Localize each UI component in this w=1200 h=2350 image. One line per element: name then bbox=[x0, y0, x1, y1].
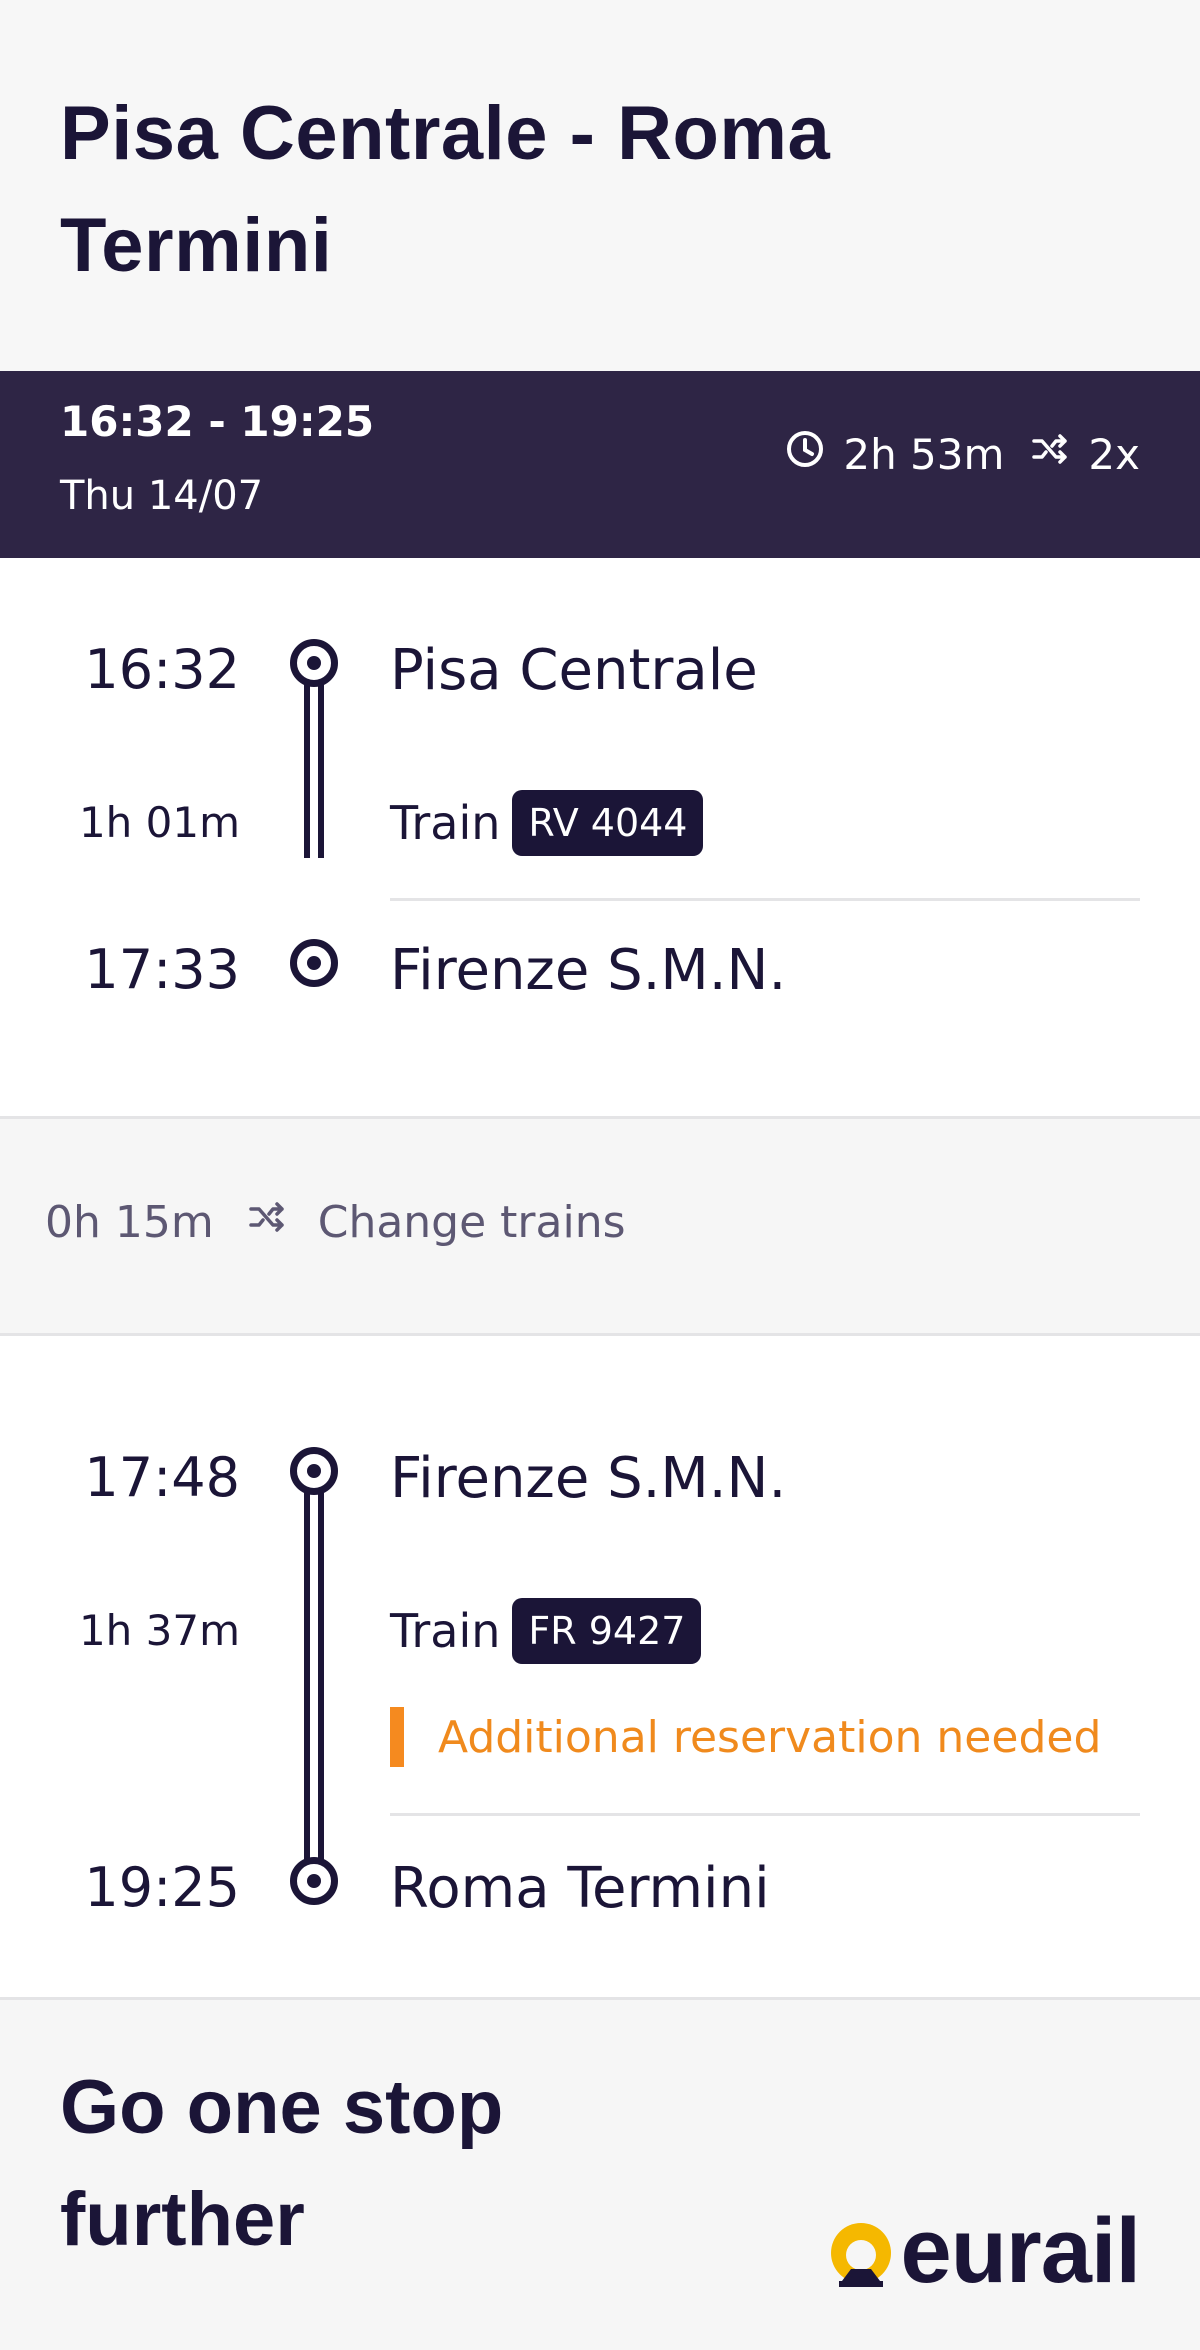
reservation-notice: Additional reservation needed bbox=[390, 1707, 1101, 1767]
transfer-duration: 0h 15m bbox=[45, 1197, 214, 1248]
eurail-logo[interactable]: eurail bbox=[821, 2200, 1141, 2302]
eurail-wordmark: eurail bbox=[900, 2200, 1141, 2302]
shuffle-icon bbox=[244, 1197, 290, 1248]
journey-date: Thu 14/07 bbox=[60, 473, 264, 519]
clock-icon bbox=[785, 429, 825, 479]
transfer-row: 0h 15m Change trains bbox=[0, 1119, 1200, 1336]
journey-leg: 16:32 Pisa Centrale 1h 01m Train RV 4044… bbox=[0, 558, 1200, 1119]
train-number-badge[interactable]: RV 4044 bbox=[512, 790, 704, 856]
journey-times: 16:32 - 19:25 bbox=[60, 397, 375, 446]
transport-mode: Train bbox=[390, 796, 501, 850]
promo-headline: Go one stop further bbox=[60, 2065, 504, 2262]
station-node-icon bbox=[290, 1857, 338, 1905]
station-node-icon bbox=[290, 639, 338, 687]
train-info: Train FR 9427 bbox=[390, 1598, 702, 1664]
leg-divider bbox=[390, 1813, 1140, 1816]
journey-leg: 17:48 Firenze S.M.N. 1h 37m Train FR 942… bbox=[0, 1336, 1200, 2000]
transfer-label: Change trains bbox=[317, 1197, 626, 1248]
journey-summary-bar: 16:32 - 19:25 Thu 14/07 2h 53m 2x bbox=[0, 371, 1200, 558]
arrival-time: 17:33 bbox=[84, 938, 240, 1001]
transport-mode: Train bbox=[390, 1604, 501, 1658]
journey-changes: 2x bbox=[1088, 429, 1140, 479]
departure-station: Pisa Centrale bbox=[390, 638, 758, 703]
leg-divider bbox=[390, 898, 1140, 901]
eurail-logo-mark-icon bbox=[830, 2223, 891, 2287]
journey-meta: 2h 53m 2x bbox=[785, 429, 1140, 479]
leg-duration: 1h 01m bbox=[78, 798, 240, 847]
departure-time: 17:48 bbox=[84, 1446, 240, 1509]
page-title: Pisa Centrale - Roma Termini bbox=[60, 91, 831, 288]
shuffle-icon bbox=[1030, 429, 1070, 479]
station-node-icon bbox=[290, 939, 338, 987]
train-number-badge[interactable]: FR 9427 bbox=[512, 1598, 702, 1664]
route-line bbox=[304, 678, 324, 858]
arrival-time: 19:25 bbox=[84, 1856, 240, 1919]
station-node-icon bbox=[290, 1447, 338, 1495]
warning-bar bbox=[390, 1707, 404, 1767]
leg-duration: 1h 37m bbox=[78, 1606, 240, 1655]
promo-footer: Go one stop further eurail bbox=[0, 2000, 1200, 2350]
reservation-text: Additional reservation needed bbox=[438, 1711, 1102, 1763]
departure-time: 16:32 bbox=[84, 638, 240, 701]
departure-station: Firenze S.M.N. bbox=[390, 1446, 787, 1511]
train-info: Train RV 4044 bbox=[390, 790, 704, 856]
arrival-station: Roma Termini bbox=[390, 1856, 770, 1921]
arrival-station: Firenze S.M.N. bbox=[390, 938, 787, 1003]
header: Pisa Centrale - Roma Termini bbox=[0, 0, 1200, 371]
journey-duration: 2h 53m bbox=[843, 429, 1005, 479]
route-line bbox=[304, 1486, 324, 1876]
